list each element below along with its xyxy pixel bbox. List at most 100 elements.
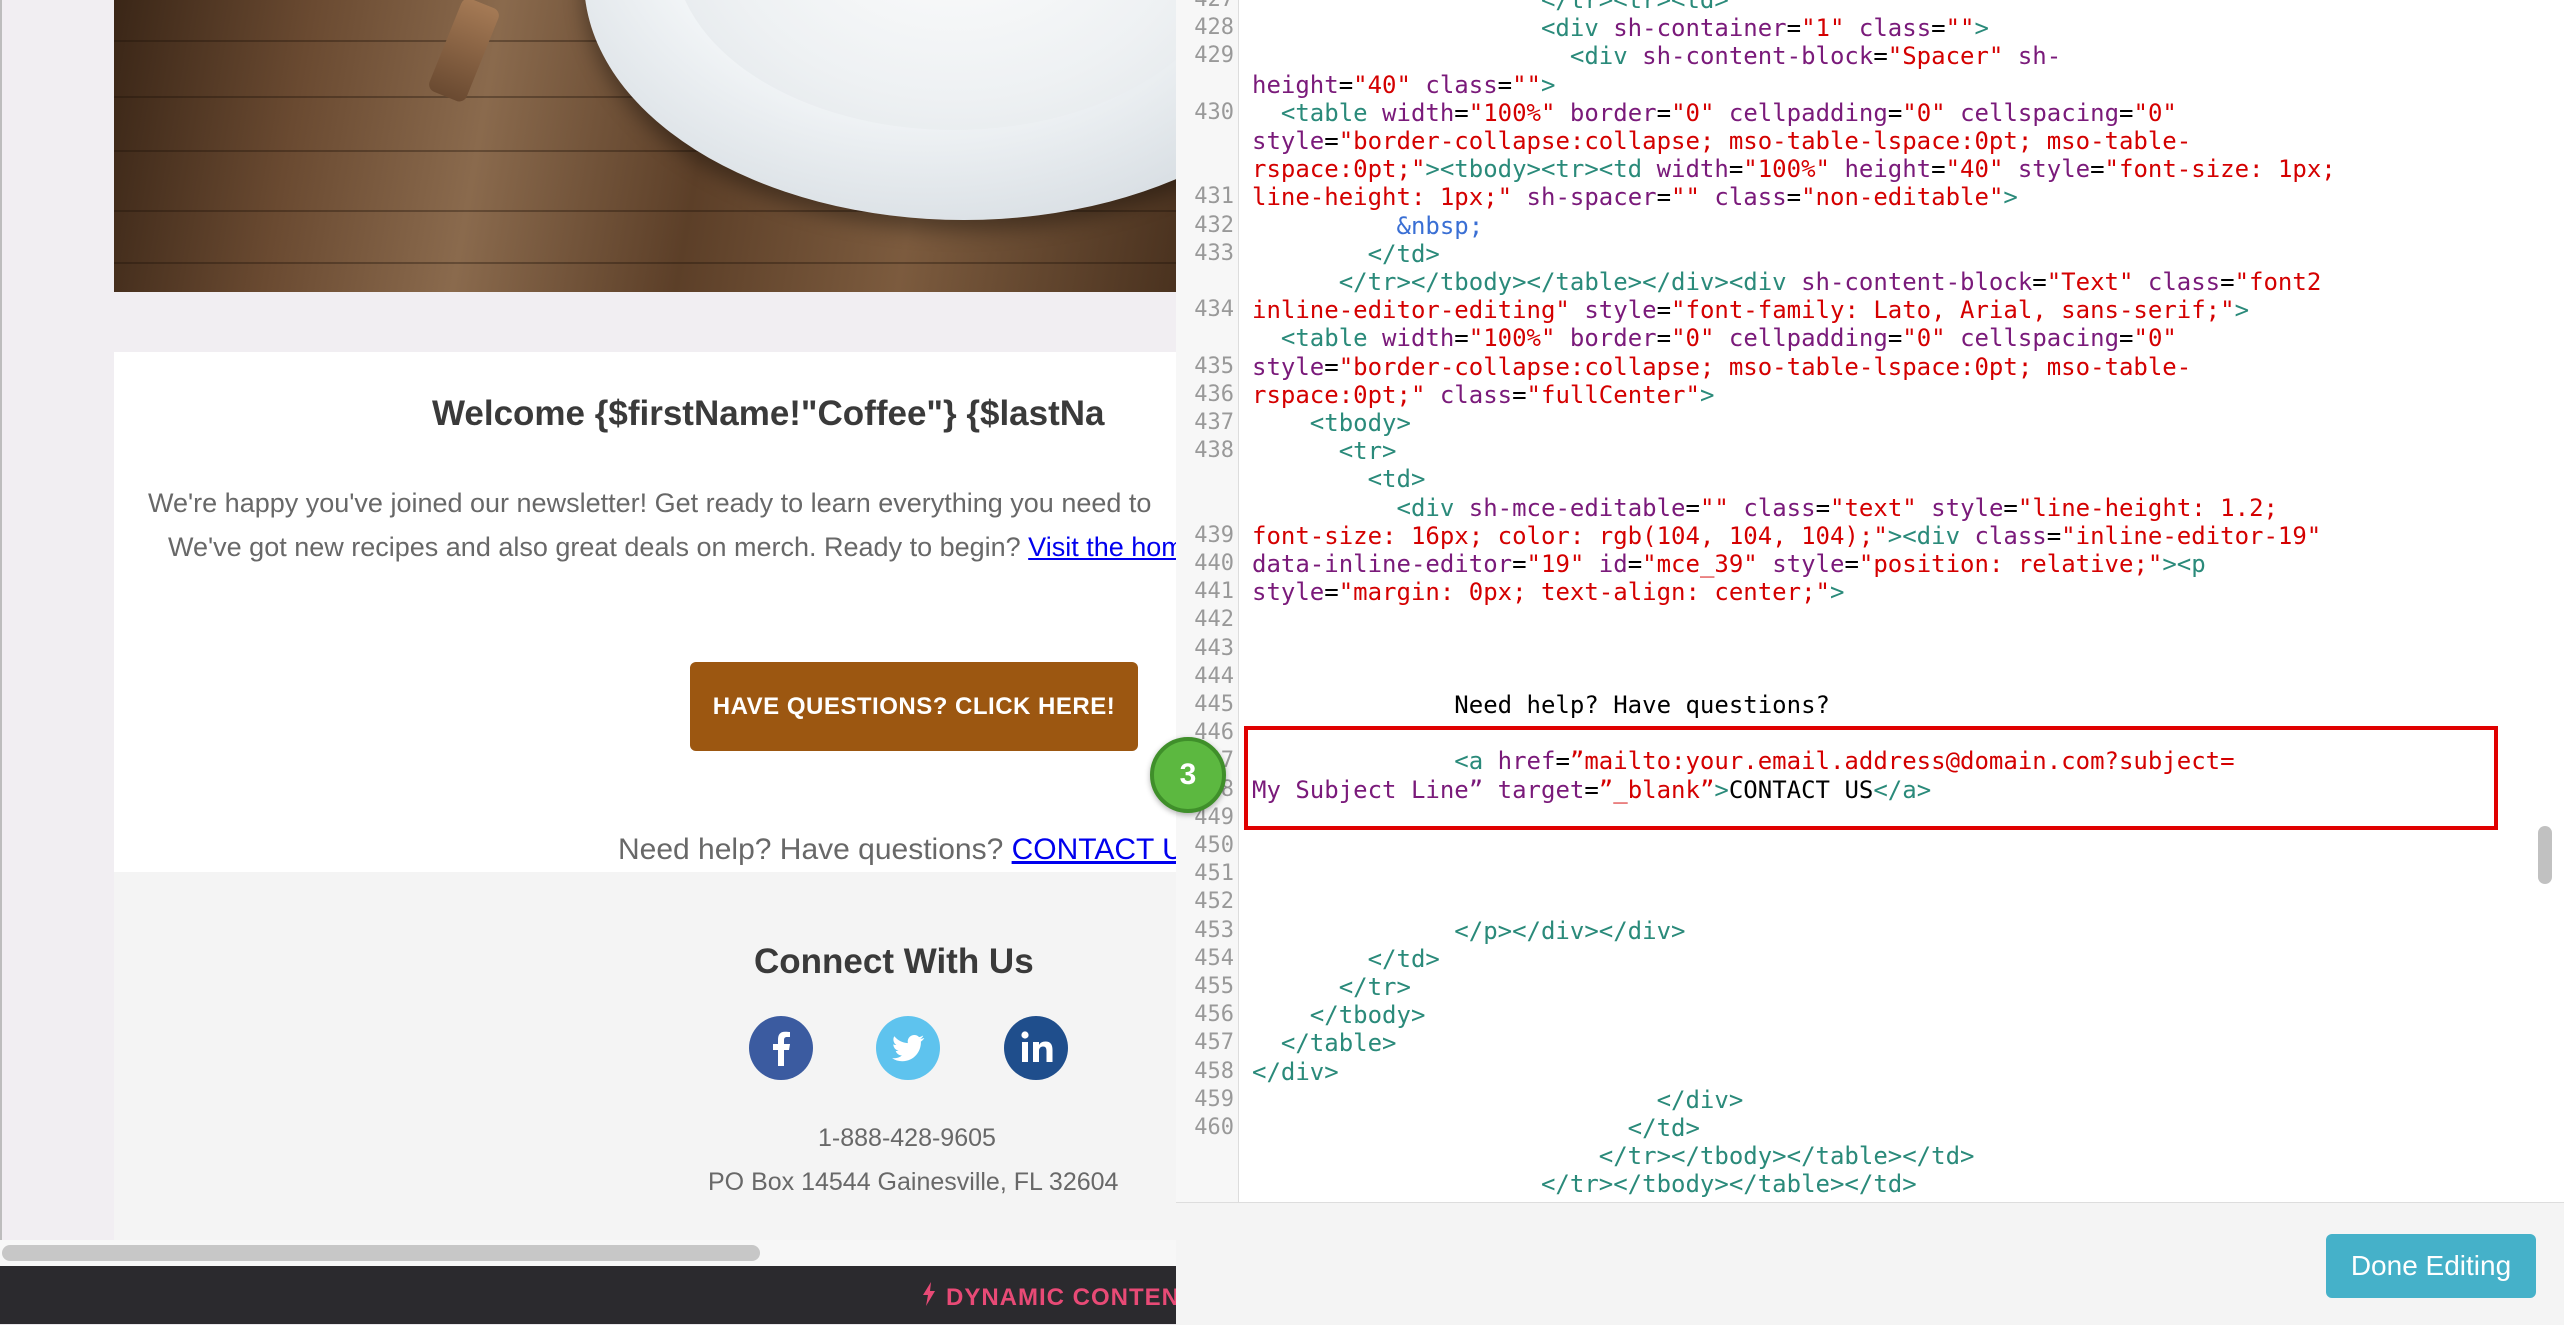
preview-scrollbar-thumb[interactable] (2, 1245, 760, 1261)
intro-text-line-2: We've got new recipes and also great dea… (168, 532, 1176, 563)
line-number: 454 (1194, 945, 1234, 971)
line-number: 458 (1194, 1058, 1234, 1084)
code-line[interactable]: </tr></tbody></table></td> (1252, 1170, 1917, 1198)
code-token: = (1324, 578, 1339, 607)
code-line[interactable]: inline-editor-editing" style="font-famil… (1252, 296, 2249, 324)
code-line[interactable]: font-size: 16px; color: rgb(104, 104, 10… (1252, 522, 2321, 550)
code-token: = (1844, 550, 1859, 578)
code-line[interactable]: height="40" class=""> (1252, 71, 1555, 99)
code-token: = (1324, 352, 1339, 381)
code-token: = (1786, 14, 1802, 43)
code-token: "font-family: Lato, Arial, sans-serif;" (1671, 296, 2235, 325)
code-line[interactable]: style="border-collapse:collapse; mso-tab… (1252, 353, 2191, 381)
code-line[interactable]: </tr></tbody></table></td> (1252, 1142, 1975, 1170)
code-line[interactable]: style="margin: 0px; text-align: center;"… (1252, 578, 1844, 606)
code-token: class (1425, 70, 1498, 99)
code-line[interactable]: rspace:0pt;" class="fullCenter"> (1252, 381, 1714, 409)
twitter-icon[interactable] (876, 1016, 940, 1080)
line-number: 439 (1194, 522, 1234, 548)
connect-heading: Connect With Us (754, 942, 1034, 981)
line-number: 435 (1194, 353, 1234, 379)
code-line[interactable]: <table width="100%" border="0" cellpaddi… (1252, 99, 2177, 127)
code-token: = (1338, 70, 1354, 99)
code-token: = (1656, 183, 1672, 212)
done-editing-button[interactable]: Done Editing (2326, 1234, 2536, 1298)
code-token: </table> (1252, 1029, 1397, 1058)
code-token: line-height: 1px;" (1252, 183, 1513, 212)
code-token: "0" (2133, 324, 2177, 353)
code-line[interactable]: </div> (1252, 1058, 1339, 1086)
code-line[interactable]: <div sh-content-block="Spacer" sh- (1252, 42, 2061, 70)
code-token: class (1714, 183, 1787, 212)
code-token: = (1627, 550, 1643, 578)
facebook-icon[interactable] (749, 1016, 813, 1080)
code-line[interactable]: </tr><tr><td> (1252, 0, 1729, 14)
code-line[interactable]: </div> (1252, 1086, 1744, 1114)
code-token: sh-content-block (1642, 42, 1874, 71)
code-token: inline-editor-editing" (1252, 296, 1570, 325)
intro-text-line-1: We're happy you've joined our newsletter… (148, 488, 1152, 518)
have-questions-button[interactable]: HAVE QUESTIONS? CLICK HERE! (690, 662, 1138, 751)
code-token: width (1382, 324, 1455, 353)
code-token: cellspacing (1960, 98, 2120, 127)
visit-home-link[interactable]: Visit the hom (1028, 532, 1176, 562)
code-line[interactable]: </tr></tbody></table></div><div sh-conte… (1252, 268, 2322, 296)
code-token: </div> (1252, 1057, 1339, 1086)
code-token: style (1252, 352, 1325, 381)
code-token: "border-collapse:collapse; mso-table-lsp… (1338, 127, 2192, 155)
code-token: = (2220, 268, 2235, 296)
code-line[interactable]: </td> (1252, 240, 1440, 268)
code-token: cellpadding (1728, 98, 1888, 127)
code-token: sh-spacer (1526, 183, 1657, 212)
code-token: = (1728, 155, 1744, 184)
code-line[interactable]: <table width="100%" border="0" cellpaddi… (1252, 324, 2177, 352)
code-line[interactable]: </tbody> (1252, 1001, 1426, 1030)
code-token: = (1656, 324, 1672, 353)
editor-vertical-scrollbar-thumb[interactable] (2538, 826, 2552, 884)
code-line[interactable]: </p></div></div> (1252, 917, 1685, 945)
code-line[interactable]: <td> (1252, 465, 1426, 493)
code-line[interactable]: Need help? Have questions? (1252, 691, 1830, 719)
intro-text-line-2-text: We've got new recipes and also great dea… (168, 532, 1029, 562)
code-token: rspace:0pt;" (1252, 380, 1426, 409)
code-token: </tbody> (1252, 1001, 1426, 1030)
code-token: "non-editable" (1801, 183, 2004, 212)
code-token: cellspacing (1960, 324, 2120, 353)
code-token: cellpadding (1728, 324, 1888, 353)
code-token: height (1844, 155, 1932, 184)
linkedin-icon[interactable] (1004, 1016, 1068, 1080)
code-line[interactable]: <div sh-mce-editable="" class="text" sty… (1252, 494, 2277, 522)
code-line[interactable]: line-height: 1px;" sh-spacer="" class="n… (1252, 183, 2018, 211)
code-line[interactable]: </table> (1252, 1029, 1397, 1057)
code-token: "0" (1902, 324, 1946, 353)
code-token: = (1512, 380, 1527, 409)
code-line[interactable]: data-inline-editor="19" id="mce_39" styl… (1252, 550, 2206, 578)
code-line[interactable]: <tr> (1252, 437, 1397, 465)
code-line[interactable]: <tbody> (1252, 409, 1411, 437)
code-token: "0" (1671, 98, 1715, 127)
dynamic-content-label[interactable]: DYNAMIC CONTEN (922, 1282, 1180, 1313)
code-line[interactable]: <div sh-container="1" class=""> (1252, 14, 1989, 42)
code-token: </tr></tbody></table></td> (1252, 1170, 1917, 1199)
code-line[interactable]: </td> (1252, 945, 1440, 973)
code-token: > (1829, 578, 1845, 607)
highlighted-mailto-code (1244, 726, 2498, 830)
code-token: "1" (1801, 14, 1845, 43)
code-line[interactable]: &nbsp; (1252, 212, 1483, 240)
code-line[interactable]: rspace:0pt;"><tbody><tr><td width="100%"… (1252, 155, 2336, 183)
code-line[interactable]: </tr> (1252, 973, 1411, 1001)
code-token: "100%" (1468, 98, 1556, 127)
code-token: ><div (1887, 521, 1975, 550)
code-line[interactable]: </td> (1252, 1114, 1700, 1142)
code-line[interactable]: style="border-collapse:collapse; mso-tab… (1252, 127, 2191, 155)
code-token: "0" (1671, 324, 1715, 353)
code-token: sh- (2017, 42, 2062, 71)
code-token: = (1786, 183, 1802, 212)
contact-us-link[interactable]: CONTACT U (1012, 833, 1176, 866)
